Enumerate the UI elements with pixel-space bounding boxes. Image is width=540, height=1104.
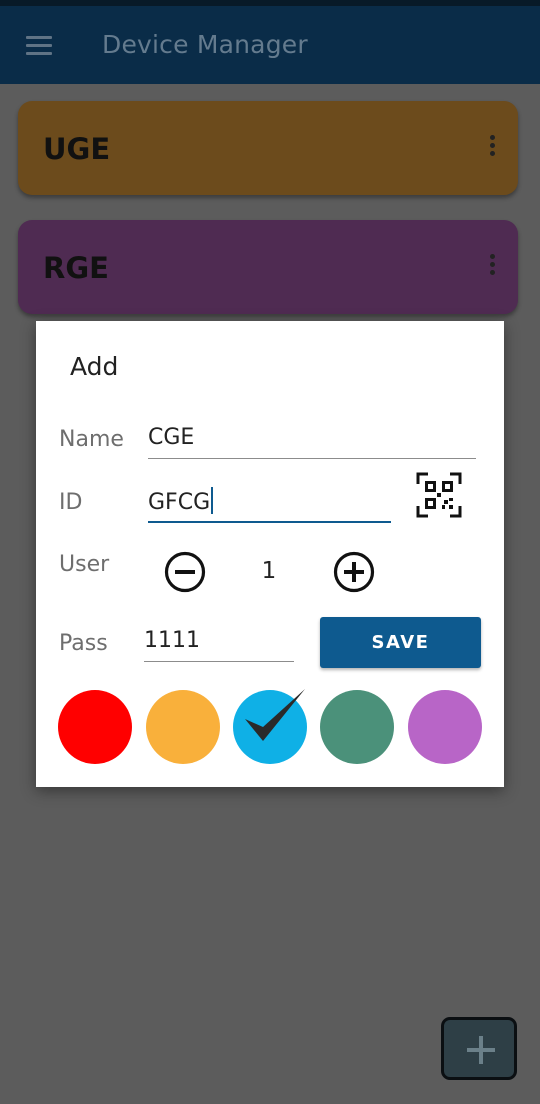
- device-card-uge[interactable]: UGE: [18, 101, 518, 195]
- add-icon: [467, 1036, 495, 1064]
- app-bar: Device Manager: [0, 6, 540, 84]
- check-icon: [245, 689, 305, 741]
- name-label: Name: [59, 427, 124, 452]
- id-field-value: GFCG: [148, 490, 211, 515]
- qr-scan-icon[interactable]: [416, 472, 462, 518]
- menu-icon[interactable]: [26, 36, 54, 56]
- pass-field[interactable]: 1111: [144, 628, 294, 662]
- dialog-title: Add: [70, 352, 119, 381]
- add-device-button[interactable]: [441, 1017, 517, 1080]
- text-caret: [211, 487, 214, 514]
- pass-label: Pass: [59, 631, 108, 656]
- id-label: ID: [59, 490, 83, 515]
- color-swatch-orange[interactable]: [146, 690, 220, 764]
- name-field[interactable]: CGE: [148, 425, 476, 459]
- color-swatch-green[interactable]: [320, 690, 394, 764]
- device-card-rge[interactable]: RGE: [18, 220, 518, 314]
- plus-circle-icon[interactable]: [332, 550, 376, 594]
- minus-circle-icon[interactable]: [163, 550, 207, 594]
- id-field[interactable]: GFCG: [148, 487, 391, 523]
- device-name: RGE: [43, 251, 109, 285]
- color-swatch-purple[interactable]: [408, 690, 482, 764]
- user-count: 1: [261, 558, 277, 584]
- more-vertical-icon[interactable]: [490, 135, 496, 159]
- more-vertical-icon[interactable]: [490, 254, 496, 278]
- save-button[interactable]: SAVE: [320, 617, 481, 668]
- color-swatch-red[interactable]: [58, 690, 132, 764]
- app-title: Device Manager: [102, 30, 308, 59]
- user-label: User: [59, 552, 110, 577]
- pass-field-value: 1111: [144, 628, 200, 653]
- name-field-value: CGE: [148, 425, 195, 450]
- color-swatch-blue[interactable]: [233, 689, 307, 764]
- device-name: UGE: [43, 132, 111, 166]
- add-device-dialog: Add Name CGE ID GFCG User 1 Pass 1111 SA…: [36, 321, 504, 787]
